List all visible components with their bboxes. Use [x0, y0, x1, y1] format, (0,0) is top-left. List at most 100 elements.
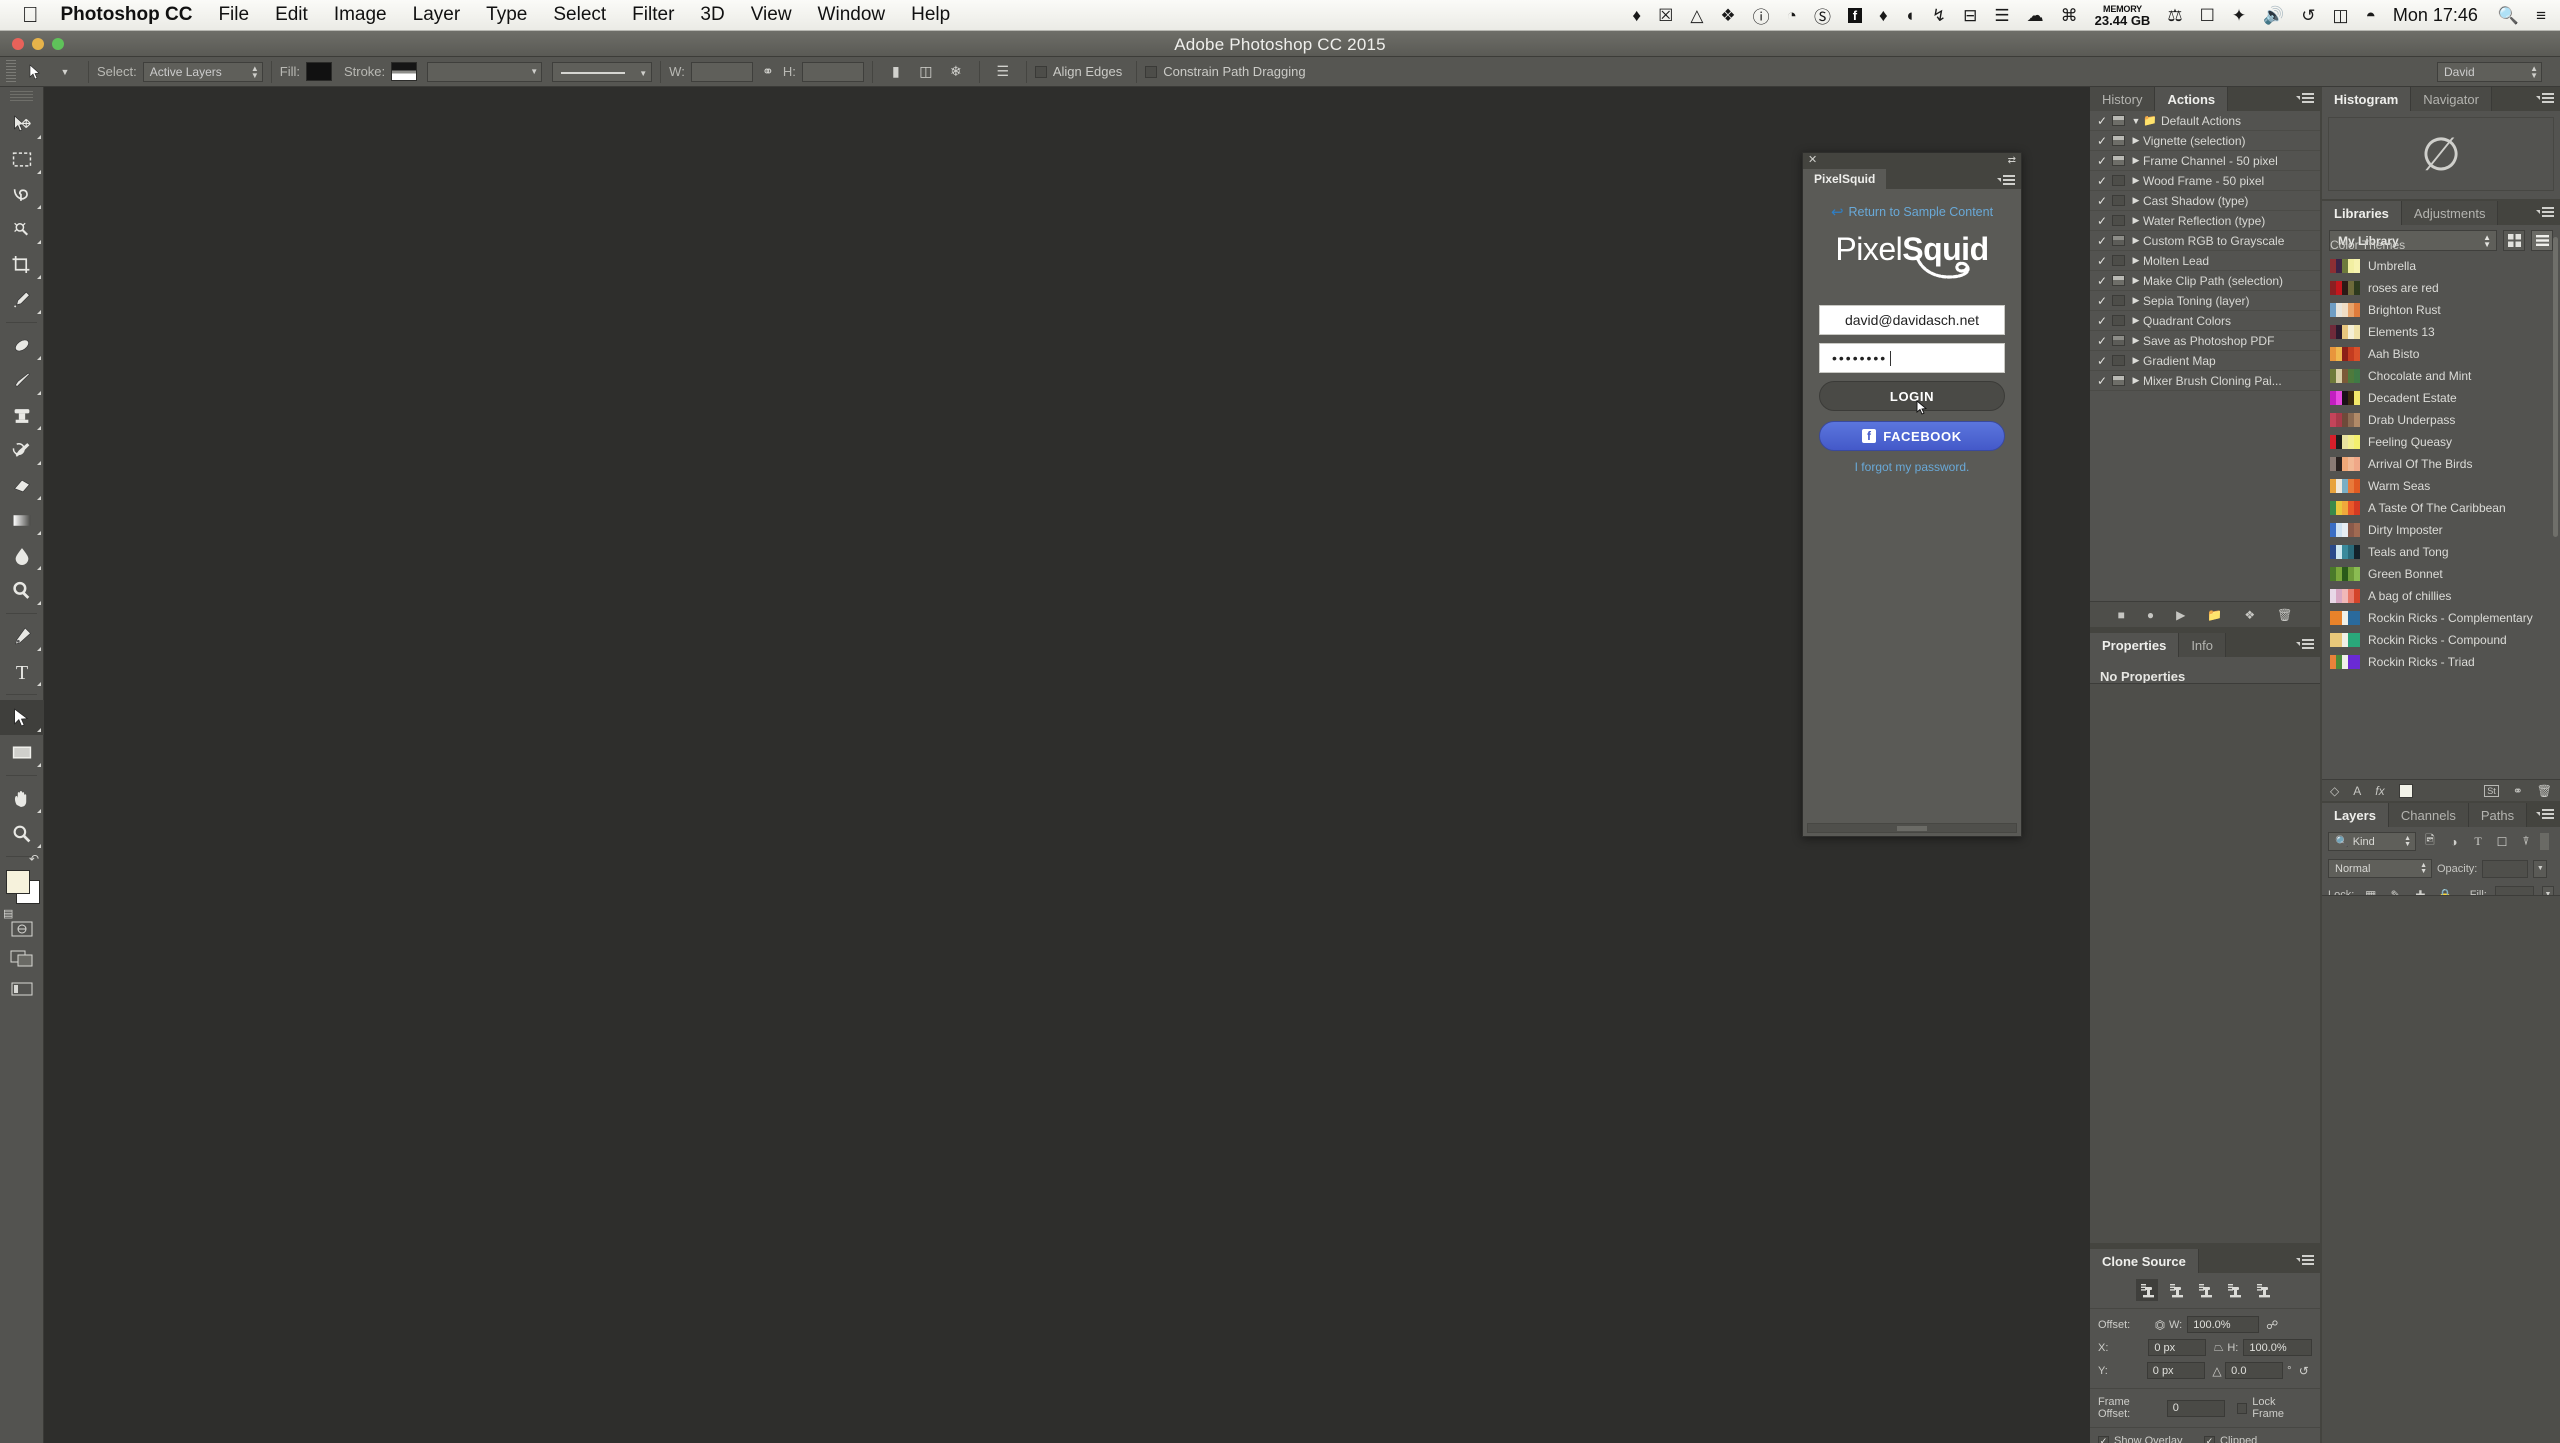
airplay-icon[interactable]: ☐	[2200, 6, 2215, 26]
gradient-tool[interactable]	[0, 503, 44, 538]
add-layer-style-icon[interactable]: fx	[2375, 784, 2384, 798]
bell-icon[interactable]: △	[1690, 6, 1703, 26]
actions-row[interactable]: ✓▶Quadrant Colors	[2090, 311, 2320, 331]
color-theme-item[interactable]: Rockin Ricks - Complementary	[2322, 607, 2560, 629]
action-dialog-toggle[interactable]	[2112, 175, 2125, 186]
expand-panel-icon[interactable]: ⇄	[2008, 155, 2016, 166]
notification-center-icon[interactable]: ≡	[2536, 6, 2546, 26]
action-dialog-toggle[interactable]	[2112, 235, 2125, 246]
color-theme-item[interactable]: Aah Bisto	[2322, 343, 2560, 365]
stock-icon[interactable]: St	[2484, 785, 2499, 797]
color-theme-item[interactable]: A bag of chillies	[2322, 585, 2560, 607]
screen-mode-alt-icon[interactable]	[0, 974, 44, 1004]
stroke-width-field[interactable]: ▼	[427, 62, 542, 82]
action-dialog-toggle[interactable]	[2112, 275, 2125, 286]
add-graphic-icon[interactable]: ◇	[2330, 784, 2339, 798]
tool-preset-chevron-icon[interactable]: ▼	[54, 61, 76, 83]
chevron-right-icon[interactable]: ▶	[2129, 175, 2143, 186]
link-icon[interactable]: ⚭	[757, 61, 779, 83]
action-enabled-checkbox[interactable]: ✓	[2094, 214, 2110, 228]
actions-row[interactable]: ✓▶Vignette (selection)	[2090, 131, 2320, 151]
color-theme-item[interactable]: Brighton Rust	[2322, 299, 2560, 321]
actions-row[interactable]: ✓▶Sepia Toning (layer)	[2090, 291, 2320, 311]
chevron-right-icon[interactable]: ▶	[2129, 195, 2143, 206]
menu-item-select[interactable]: Select	[553, 4, 606, 26]
menu-item-edit[interactable]: Edit	[275, 4, 308, 26]
chevron-right-icon[interactable]: ▶	[2129, 135, 2143, 146]
new-action-icon[interactable]: ❖	[2244, 608, 2255, 622]
swap-colors-icon[interactable]: ↶	[29, 852, 39, 866]
chevron-right-icon[interactable]: ▶	[2129, 275, 2143, 286]
link-wh-icon[interactable]: ☍	[2263, 1318, 2281, 1332]
action-dialog-toggle[interactable]	[2112, 315, 2125, 326]
brush-tool[interactable]	[0, 363, 44, 398]
tab-actions[interactable]: Actions	[2155, 87, 2228, 111]
action-enabled-checkbox[interactable]: ✓	[2094, 334, 2110, 348]
filter-toggle-icon[interactable]	[2540, 833, 2549, 850]
show-overlay-checkbox[interactable]: ✓ Show Overlay	[2098, 1435, 2204, 1443]
pie-timer-icon[interactable]: ◔	[1787, 6, 1797, 26]
actions-row[interactable]: ✓▶Molten Lead	[2090, 251, 2320, 271]
actions-list[interactable]: ✓▼📁Default Actions✓▶Vignette (selection)…	[2090, 111, 2320, 599]
hand-tool[interactable]	[0, 781, 44, 816]
clone-source-3[interactable]	[2194, 1279, 2216, 1301]
filter-type-icon[interactable]: T	[2468, 832, 2488, 851]
filter-adjustment-icon[interactable]: ◑	[2444, 832, 2464, 851]
path-arrange-stack-icon[interactable]: ☰	[992, 61, 1014, 83]
color-theme-item[interactable]: Teals and Tong	[2322, 541, 2560, 563]
menu-item-file[interactable]: File	[218, 4, 249, 26]
chevron-right-icon[interactable]: ▶	[2129, 375, 2143, 386]
action-dialog-toggle[interactable]	[2112, 115, 2125, 126]
path-selection-tool-icon[interactable]	[24, 61, 46, 83]
color-theme-item[interactable]: Elements 13	[2322, 321, 2560, 343]
chevron-down-icon[interactable]: ▼	[2129, 116, 2143, 126]
pen-tool[interactable]	[0, 619, 44, 654]
constrain-path-dragging-checkbox[interactable]: Constrain Path Dragging	[1145, 64, 1305, 79]
menu-item-help[interactable]: Help	[911, 4, 950, 26]
action-enabled-checkbox[interactable]: ✓	[2094, 294, 2110, 308]
chevron-right-icon[interactable]: ▶	[2129, 215, 2143, 226]
color-themes-list[interactable]: Color Themes Umbrellaroses are redBright…	[2322, 234, 2560, 777]
color-theme-item[interactable]: Umbrella	[2322, 255, 2560, 277]
tools-panel-grip[interactable]	[10, 91, 33, 103]
spot-healing-brush-tool[interactable]	[0, 328, 44, 363]
menu-item-photoshop-cc[interactable]: Photoshop CC	[61, 4, 193, 26]
action-dialog-toggle[interactable]	[2112, 215, 2125, 226]
menu-item-view[interactable]: View	[751, 4, 792, 26]
history-brush-tool[interactable]	[0, 433, 44, 468]
action-dialog-toggle[interactable]	[2112, 155, 2125, 166]
dodge-tool[interactable]	[0, 573, 44, 608]
clone-source-2[interactable]	[2165, 1279, 2187, 1301]
eyedropper-tool[interactable]	[0, 282, 44, 317]
evernote-icon[interactable]: ♦	[1632, 6, 1641, 26]
chevron-right-icon[interactable]: ▶	[2129, 295, 2143, 306]
cloud-icon[interactable]: ☁	[2027, 6, 2044, 26]
stroke-style-field[interactable]: ▼	[552, 62, 652, 82]
circle-slash-icon[interactable]: Ⓢ	[1814, 3, 1831, 28]
layers-list[interactable]	[2322, 895, 2560, 1443]
command-icon[interactable]: ⌘	[2061, 6, 2078, 26]
actions-row[interactable]: ✓▶Gradient Map	[2090, 351, 2320, 371]
tab-clone-source[interactable]: Clone Source	[2090, 1249, 2199, 1273]
login-button[interactable]: LOGIN	[1819, 381, 2005, 411]
action-dialog-toggle[interactable]	[2112, 335, 2125, 346]
action-enabled-checkbox[interactable]: ✓	[2094, 174, 2110, 188]
tab-info[interactable]: Info	[2179, 633, 2226, 657]
close-icon[interactable]: ✕	[1808, 155, 1817, 166]
layer-filter-kind-select[interactable]: 🔍 Kind ▲▼	[2328, 832, 2416, 851]
delete-icon[interactable]: 🗑	[2537, 784, 2552, 798]
action-dialog-toggle[interactable]	[2112, 195, 2125, 206]
quick-selection-tool[interactable]	[0, 212, 44, 247]
color-theme-item[interactable]: Feeling Queasy	[2322, 431, 2560, 453]
action-enabled-checkbox[interactable]: ✓	[2094, 374, 2110, 388]
tab-properties[interactable]: Properties	[2090, 633, 2179, 657]
chevron-right-icon[interactable]: ▶	[2129, 315, 2143, 326]
color-theme-item[interactable]: Dirty Imposter	[2322, 519, 2560, 541]
zoom-tool[interactable]	[0, 816, 44, 851]
actions-row[interactable]: ✓▶Custom RGB to Grayscale	[2090, 231, 2320, 251]
panel-menu-icon[interactable]	[2536, 93, 2554, 103]
play-icon[interactable]: ▶	[2176, 608, 2185, 622]
actions-row[interactable]: ✓▶Wood Frame - 50 pixel	[2090, 171, 2320, 191]
default-colors-icon[interactable]: ▤	[3, 907, 13, 920]
clone-y-input[interactable]: 0 px	[2147, 1362, 2205, 1379]
